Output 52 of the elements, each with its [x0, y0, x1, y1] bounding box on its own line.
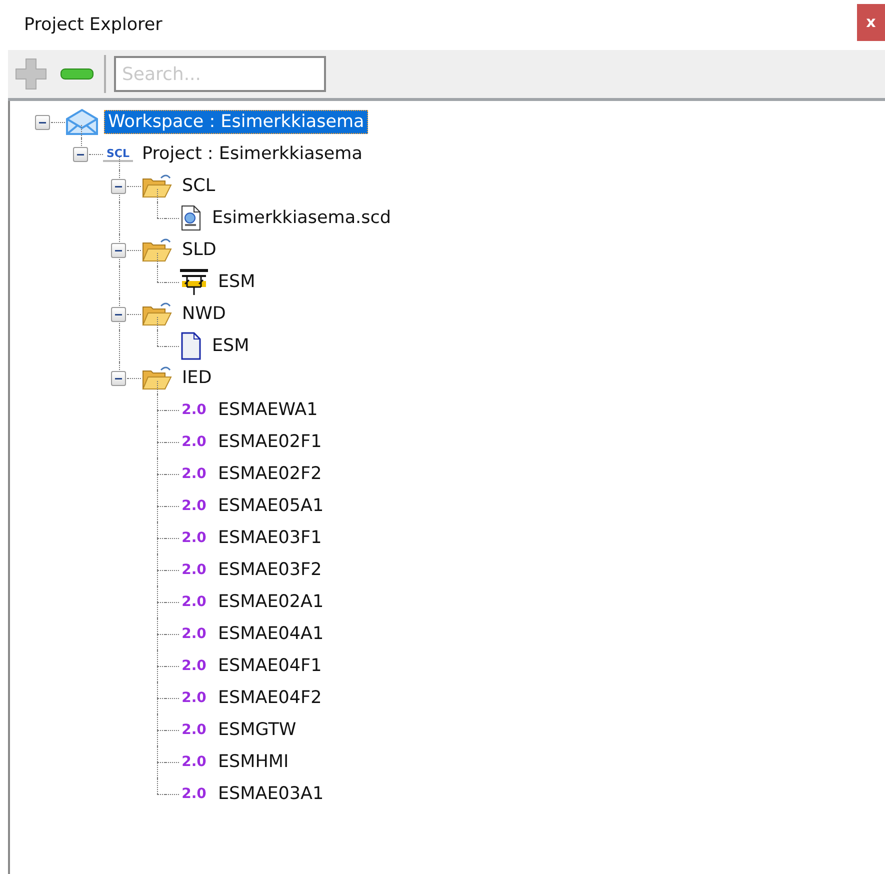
blank-page-icon	[179, 332, 203, 360]
panel-title: Project Explorer	[24, 15, 162, 35]
version-label: 2.0	[180, 786, 208, 802]
tree-item[interactable]: ESMAE03A1	[214, 782, 328, 806]
version-label: 2.0	[180, 690, 208, 706]
tree-item[interactable]: ESMAEWA1	[214, 398, 322, 422]
version-label: 2.0	[180, 626, 208, 642]
project-type-label: SCL	[103, 146, 133, 162]
tree-item[interactable]: ESMAE03F1	[214, 526, 326, 550]
document-icon	[179, 205, 203, 231]
close-button[interactable]: x	[857, 4, 885, 40]
version-label: 2.0	[180, 754, 208, 770]
tree-item[interactable]: ESMAE02F2	[214, 462, 326, 486]
tree-item[interactable]: ESMAE04F2	[214, 686, 326, 710]
version-label: 2.0	[180, 466, 208, 482]
version-label: 2.0	[180, 434, 208, 450]
tree-item[interactable]: NWD	[178, 302, 230, 326]
tree-item[interactable]: ESMGTW	[214, 718, 300, 742]
version-label: 2.0	[180, 530, 208, 546]
tree-item[interactable]: Workspace : Esimerkkiasema	[104, 110, 368, 134]
tree-item[interactable]: ESMHMI	[214, 750, 293, 774]
version-label: 2.0	[180, 402, 208, 418]
switchgear-icon	[179, 267, 209, 297]
collapse-toggle[interactable]	[35, 114, 50, 130]
collapse-toggle[interactable]	[111, 306, 126, 322]
version-label: 2.0	[180, 722, 208, 738]
version-label: 2.0	[180, 594, 208, 610]
tree-item[interactable]: IED	[178, 366, 216, 390]
tree-item[interactable]: SCL	[178, 174, 220, 198]
tree-item[interactable]: Project : Esimerkkiasema	[138, 142, 366, 166]
tree-item[interactable]: ESMAE05A1	[214, 494, 328, 518]
tree-item[interactable]: SLD	[178, 238, 220, 262]
tree-item[interactable]: ESMAE04A1	[214, 622, 328, 646]
tree-item[interactable]: ESMAE02F1	[214, 430, 326, 454]
collapse-toggle[interactable]	[111, 242, 126, 258]
open-folder-icon	[141, 237, 173, 263]
envelope-icon	[65, 108, 99, 136]
collapse-toggle[interactable]	[111, 178, 126, 194]
open-folder-icon	[141, 365, 173, 391]
tree-item[interactable]: ESM	[208, 334, 254, 358]
version-label: 2.0	[180, 498, 208, 514]
collapse-toggle[interactable]	[111, 370, 126, 386]
tree-item[interactable]: ESMAE03F2	[214, 558, 326, 582]
tree-item[interactable]: ESMAE02A1	[214, 590, 328, 614]
tree-item[interactable]: ESMAE04F1	[214, 654, 326, 678]
open-folder-icon	[141, 301, 173, 327]
version-label: 2.0	[180, 562, 208, 578]
tree-item[interactable]: ESM	[214, 270, 260, 294]
tree-item[interactable]: Esimerkkiasema.scd	[208, 206, 395, 230]
open-folder-icon	[141, 173, 173, 199]
version-label: 2.0	[180, 658, 208, 674]
collapse-toggle[interactable]	[73, 146, 88, 162]
